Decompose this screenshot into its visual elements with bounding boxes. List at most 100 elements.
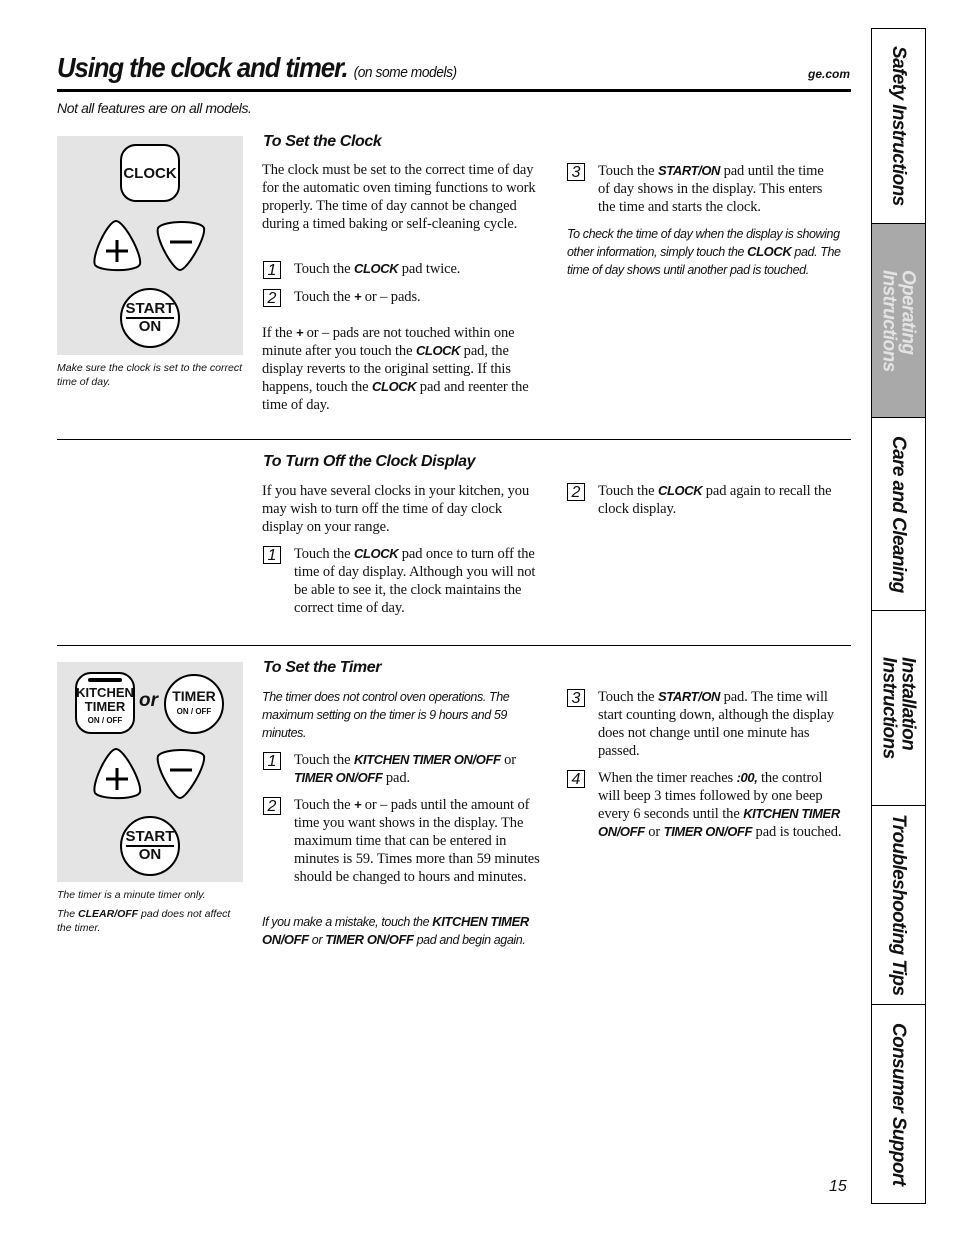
timer-caption-2: The CLEAR/OFF pad does not affect the ti…	[57, 907, 243, 935]
step-text: Touch the	[294, 797, 354, 813]
timer-onoff-pad: TIMER ON / OFF	[164, 674, 224, 734]
text: The	[57, 908, 79, 920]
keyword: TIMER ON/OFF	[294, 770, 383, 785]
keyword: :00,	[736, 770, 758, 785]
step-text: pad is touched.	[752, 824, 842, 840]
tab-operating-instructions[interactable]: Operating Instructions	[872, 224, 925, 418]
keyword: CLOCK	[747, 244, 792, 259]
start-label: START	[125, 828, 175, 847]
clock-control-panel: CLOCK START ON	[57, 136, 243, 355]
step-text: or	[644, 824, 664, 840]
clock-caption: Make sure the clock is set to the correc…	[57, 362, 242, 388]
start-on-pad: START ON	[120, 288, 180, 348]
step-text: pad twice.	[398, 261, 461, 277]
step-text: or – pads.	[361, 289, 421, 305]
step-number: 3	[567, 163, 585, 181]
step-number: 4	[567, 770, 585, 788]
step-number: 2	[567, 483, 585, 501]
step-text: Touch the	[598, 483, 658, 499]
keyword: TIMER ON/OFF	[663, 824, 753, 839]
step-number: 1	[263, 752, 281, 770]
set-clock-intro: The clock must be set to the correct tim…	[262, 162, 536, 232]
set-clock-step-3: 3 Touch the START/ON pad until the time …	[567, 162, 839, 216]
section-tabs: Safety Instructions Operating Instructio…	[871, 28, 926, 1204]
site-link[interactable]: ge.com	[808, 67, 850, 81]
kitchen-timer-pad: KITCHEN TIMER ON / OFF	[75, 672, 135, 734]
step-text: Touch the	[294, 546, 354, 562]
keyword: START/ON	[658, 163, 721, 178]
keyword: CLOCK	[372, 379, 417, 394]
kitchen-label: KITCHEN	[76, 685, 134, 700]
minus-pad	[156, 749, 206, 800]
set-timer-mistake: If you make a mistake, touch the KITCHEN…	[262, 913, 552, 949]
step-text: Touch the	[294, 752, 354, 768]
step-number: 1	[263, 546, 281, 564]
tab-safety-instructions[interactable]: Safety Instructions	[872, 29, 925, 224]
turn-off-step-2: 2 Touch the CLOCK pad again to recall th…	[567, 482, 839, 518]
keyword: CLOCK	[415, 343, 461, 358]
keyword: CLOCK	[354, 261, 399, 276]
set-timer-intro: The timer does not control oven operatio…	[262, 690, 510, 740]
step-text: Touch the	[294, 289, 354, 305]
tab-care-and-cleaning[interactable]: Care and Cleaning	[872, 418, 925, 611]
tab-label: Installation Instructions	[878, 657, 919, 759]
keyword: CLOCK	[658, 483, 703, 498]
page-title: Using the clock and timer. (on some mode…	[57, 52, 457, 84]
section-divider	[57, 645, 851, 646]
minus-pad	[156, 221, 206, 272]
turn-off-heading: To Turn Off the Clock Display	[263, 453, 476, 470]
set-timer-step-4: 4 When the timer reaches :00, the contro…	[567, 769, 842, 841]
step-number: 3	[567, 689, 585, 707]
tab-label: Care and Cleaning	[888, 435, 909, 593]
set-clock-tip: To check the time of day when the displa…	[567, 225, 842, 279]
or-label: or	[139, 690, 158, 711]
start-on-pad: START ON	[120, 816, 180, 876]
step-text: Touch the	[294, 261, 354, 277]
tab-label: Safety Instructions	[888, 46, 909, 206]
set-timer-step-3: 3 Touch the START/ON pad. The time will …	[567, 688, 842, 760]
text: pad and begin again.	[413, 933, 526, 947]
title-subtitle: (on some models)	[353, 64, 458, 81]
tab-consumer-support[interactable]: Consumer Support	[872, 1005, 925, 1203]
tab-troubleshooting-tips[interactable]: Troubleshooting Tips	[872, 806, 925, 1005]
step-text: Touch the	[598, 689, 658, 705]
step-text: pad.	[382, 770, 411, 786]
section-divider	[57, 439, 851, 440]
start-label: START	[125, 300, 175, 319]
timer-control-panel: KITCHEN TIMER ON / OFF or TIMER ON / OFF…	[57, 662, 243, 882]
set-timer-step-2: 2 Touch the + or – pads until the amount…	[263, 796, 548, 886]
keyword: KITCHEN TIMER ON/OFF	[354, 752, 501, 767]
onoff-label: ON / OFF	[87, 716, 123, 725]
text: If you make a mistake, touch the	[262, 915, 433, 929]
header-rule	[57, 89, 851, 92]
clock-pad-label: CLOCK	[123, 164, 177, 182]
timer-label: TIMER	[84, 699, 126, 714]
set-clock-warning: If the + or – pads are not touched withi…	[262, 324, 552, 414]
set-clock-heading: To Set the Clock	[263, 133, 382, 150]
onoff-label: ON / OFF	[176, 707, 212, 716]
keyword: CLOCK	[354, 546, 399, 561]
text: If the	[262, 325, 296, 341]
title-text: Using the clock and timer.	[57, 52, 349, 83]
page-number: 15	[829, 1178, 847, 1195]
step-number: 2	[263, 797, 281, 815]
set-timer-step-1: 1 Touch the KITCHEN TIMER ON/OFF or TIME…	[263, 751, 548, 787]
step-text: Touch the	[598, 163, 658, 179]
tab-installation-instructions[interactable]: Installation Instructions	[872, 611, 925, 806]
turn-off-step-1: 1 Touch the CLOCK pad once to turn off t…	[263, 545, 548, 617]
set-clock-step-2: 2 Touch the + or – pads.	[263, 288, 548, 307]
step-number: 2	[263, 289, 281, 307]
tab-label: Consumer Support	[888, 1022, 909, 1186]
timer-label: TIMER	[172, 688, 216, 704]
indicator-light	[88, 678, 122, 682]
step-text: When the timer reaches	[598, 770, 737, 786]
clock-pad: CLOCK	[120, 144, 180, 202]
step-number: 1	[263, 261, 281, 279]
plus-pad	[93, 219, 142, 272]
tab-label: Operating Instructions	[878, 269, 919, 372]
keyword: CLEAR/OFF	[78, 908, 139, 920]
set-clock-step-1: 1 Touch the CLOCK pad twice.	[263, 260, 548, 279]
plus-pad	[93, 747, 142, 800]
keyword: TIMER ON/OFF	[325, 932, 414, 947]
tab-label: Troubleshooting Tips	[888, 814, 909, 996]
